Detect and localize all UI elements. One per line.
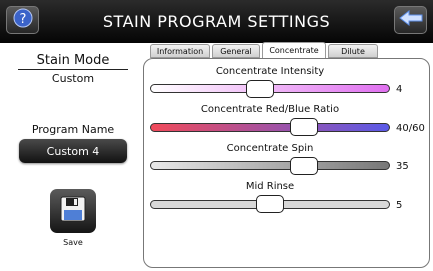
save-button[interactable] bbox=[50, 189, 96, 233]
tab-dilute[interactable]: Dilute bbox=[328, 44, 378, 58]
back-button[interactable] bbox=[394, 6, 427, 34]
divider bbox=[18, 69, 128, 70]
slider-thumb[interactable] bbox=[246, 80, 275, 98]
tab-label: Concentrate bbox=[269, 46, 319, 55]
back-arrow-icon bbox=[398, 9, 424, 31]
tab-label: Dilute bbox=[341, 46, 365, 56]
tab-label: General bbox=[220, 46, 252, 56]
slider-label: Concentrate Red/Blue Ratio bbox=[200, 104, 340, 115]
stain-mode-label: Stain Mode bbox=[36, 53, 110, 68]
tab-general[interactable]: General bbox=[212, 44, 260, 58]
program-name-value: Custom 4 bbox=[46, 144, 100, 158]
tab-label: Information bbox=[156, 46, 204, 56]
slider-value: 5 bbox=[396, 200, 403, 211]
header-bar: ? STAIN PROGRAM SETTINGS bbox=[0, 0, 433, 43]
tab-concentrate[interactable]: Concentrate bbox=[262, 42, 326, 58]
page-title: STAIN PROGRAM SETTINGS bbox=[102, 12, 331, 31]
slider-value: 4 bbox=[396, 84, 403, 95]
red-blue-ratio-slider[interactable] bbox=[150, 123, 390, 132]
slider-label: Concentrate Spin bbox=[226, 143, 314, 154]
save-label: Save bbox=[63, 238, 83, 247]
floppy-disk-icon bbox=[59, 195, 87, 227]
program-name-label: Program Name bbox=[31, 123, 115, 136]
slider-thumb[interactable] bbox=[289, 118, 318, 136]
slider-value: 40/60 bbox=[396, 123, 425, 134]
left-panel: Stain Mode Custom Program Name Custom 4 … bbox=[0, 43, 146, 271]
slider-value: 35 bbox=[396, 161, 409, 172]
tab-information[interactable]: Information bbox=[150, 44, 210, 58]
slider-label: Mid Rinse bbox=[245, 181, 295, 192]
slider-label: Concentrate Intensity bbox=[215, 66, 325, 77]
program-name-button[interactable]: Custom 4 bbox=[19, 139, 127, 163]
slider-thumb[interactable] bbox=[256, 195, 284, 213]
concentrate-spin-slider[interactable] bbox=[150, 161, 390, 170]
slider-thumb[interactable] bbox=[289, 157, 318, 175]
stain-mode-value: Custom bbox=[51, 72, 95, 85]
